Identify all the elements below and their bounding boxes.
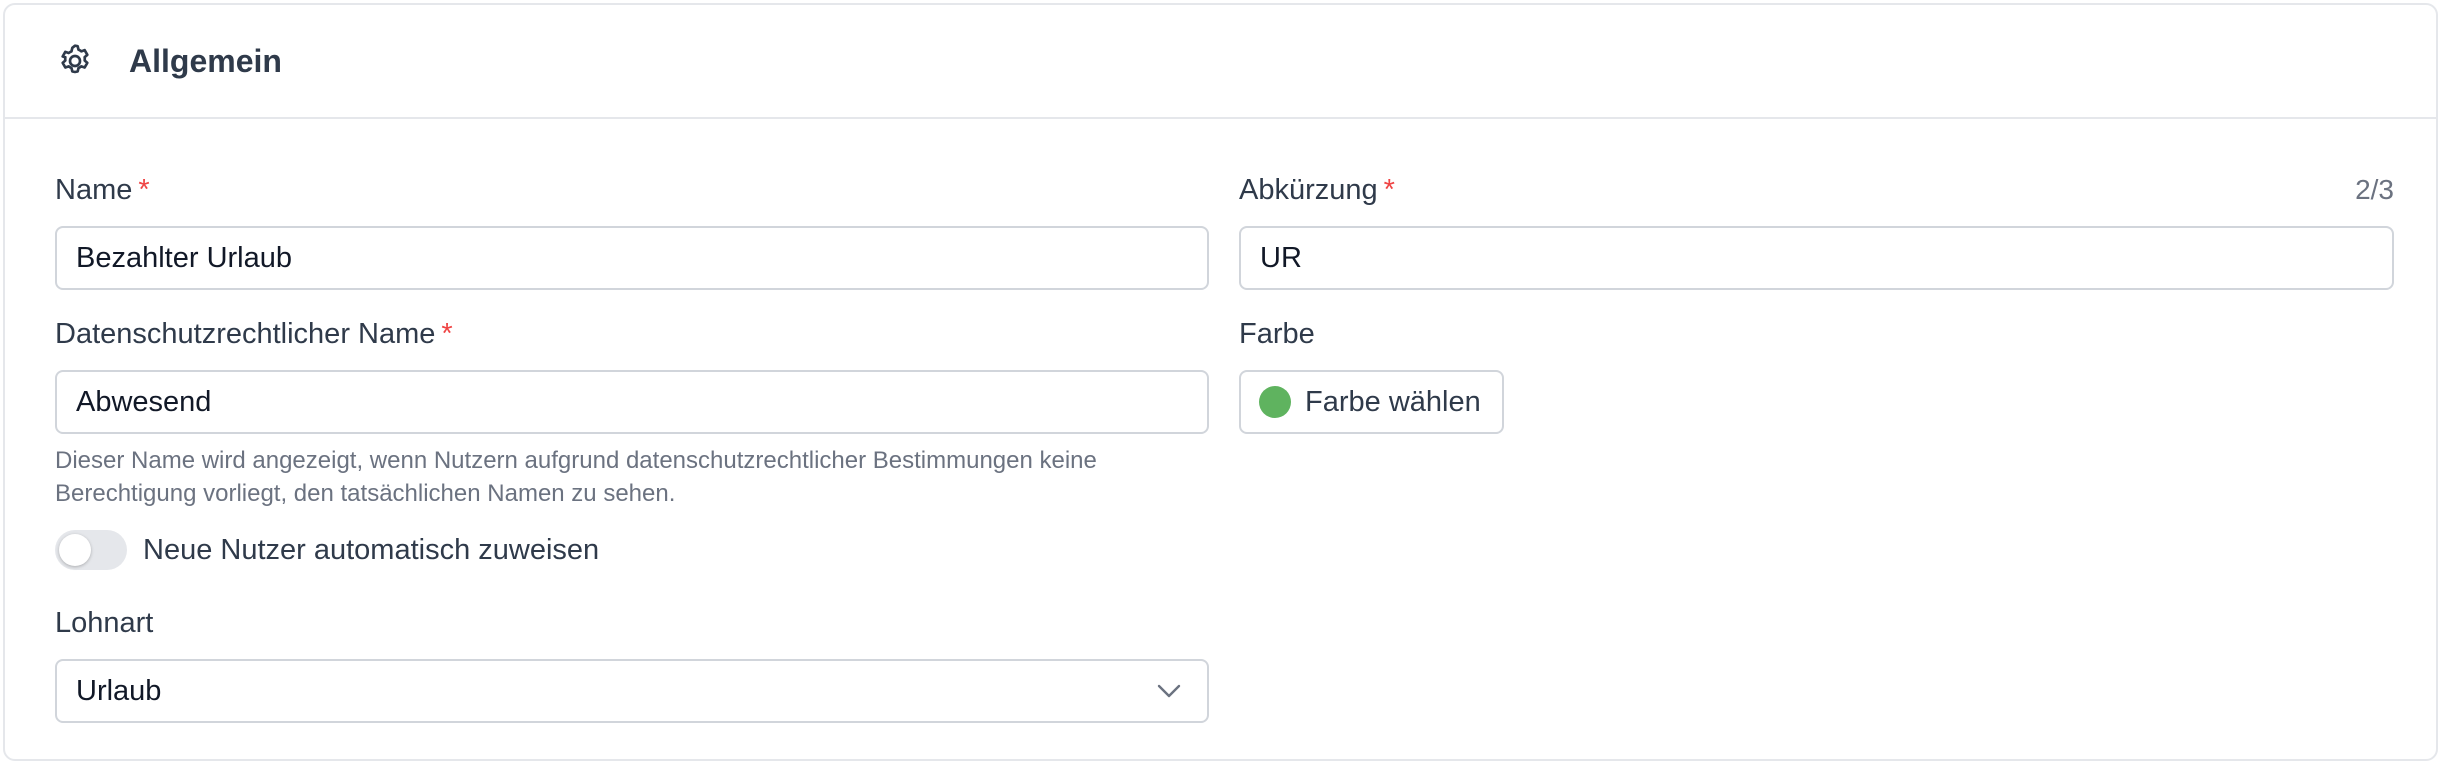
abbreviation-label: Abkürzung *	[1239, 173, 1395, 206]
name-label: Name *	[55, 173, 150, 206]
color-swatch	[1259, 386, 1291, 418]
name-input[interactable]: Bezahlter Urlaub	[55, 226, 1209, 290]
auto-assign-row: Neue Nutzer automatisch zuweisen	[55, 530, 599, 570]
choose-color-button[interactable]: Farbe wählen	[1239, 370, 1504, 434]
auto-assign-toggle[interactable]	[55, 530, 127, 570]
wage-type-field: Lohnart Urlaub	[55, 605, 1209, 723]
required-marker: *	[1383, 173, 1395, 206]
section-title: Allgemein	[129, 42, 282, 79]
wage-type-select[interactable]: Urlaub	[55, 659, 1209, 723]
name-field: Name * Bezahlter Urlaub	[55, 172, 1209, 290]
auto-assign-label: Neue Nutzer automatisch zuweisen	[143, 533, 600, 566]
gear-icon	[53, 39, 97, 83]
privacy-name-field: Datenschutzrechtlicher Name * Abwesend Di…	[55, 316, 1209, 510]
required-marker: *	[441, 317, 453, 350]
chevron-down-icon	[1155, 677, 1183, 705]
abbreviation-input[interactable]: UR	[1239, 226, 2394, 290]
color-field: Farbe Farbe wählen	[1239, 316, 1639, 434]
required-marker: *	[138, 173, 150, 206]
wage-type-label: Lohnart	[55, 606, 154, 639]
wage-type-value: Urlaub	[76, 674, 162, 707]
abbreviation-field: Abkürzung * 2/3 UR	[1239, 172, 2394, 290]
character-counter: 2/3	[2355, 174, 2394, 205]
color-label: Farbe	[1239, 317, 1315, 350]
privacy-name-label: Datenschutzrechtlicher Name *	[55, 317, 453, 350]
choose-color-label: Farbe wählen	[1305, 385, 1481, 418]
privacy-name-input[interactable]: Abwesend	[55, 370, 1209, 434]
card-header: Allgemein	[5, 5, 2436, 119]
general-settings-card: Allgemein Name * Bezahlter Urlaub Abkürzu…	[3, 3, 2438, 761]
toggle-knob	[59, 534, 91, 566]
privacy-name-hint: Dieser Name wird angezeigt, wenn Nutzern…	[55, 447, 1097, 507]
